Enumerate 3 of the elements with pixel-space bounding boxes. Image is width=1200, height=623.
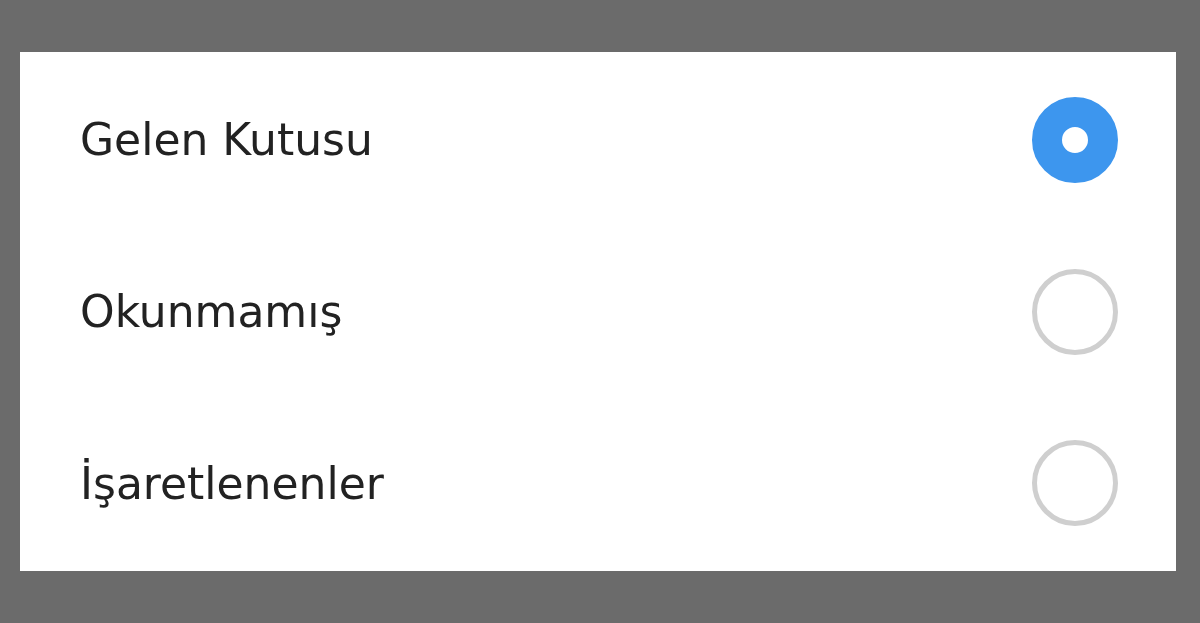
option-label[interactable]: Okunmamış [80, 286, 343, 337]
option-label[interactable]: Gelen Kutusu [80, 114, 373, 166]
option-label[interactable]: İşaretlenenler [80, 457, 384, 509]
